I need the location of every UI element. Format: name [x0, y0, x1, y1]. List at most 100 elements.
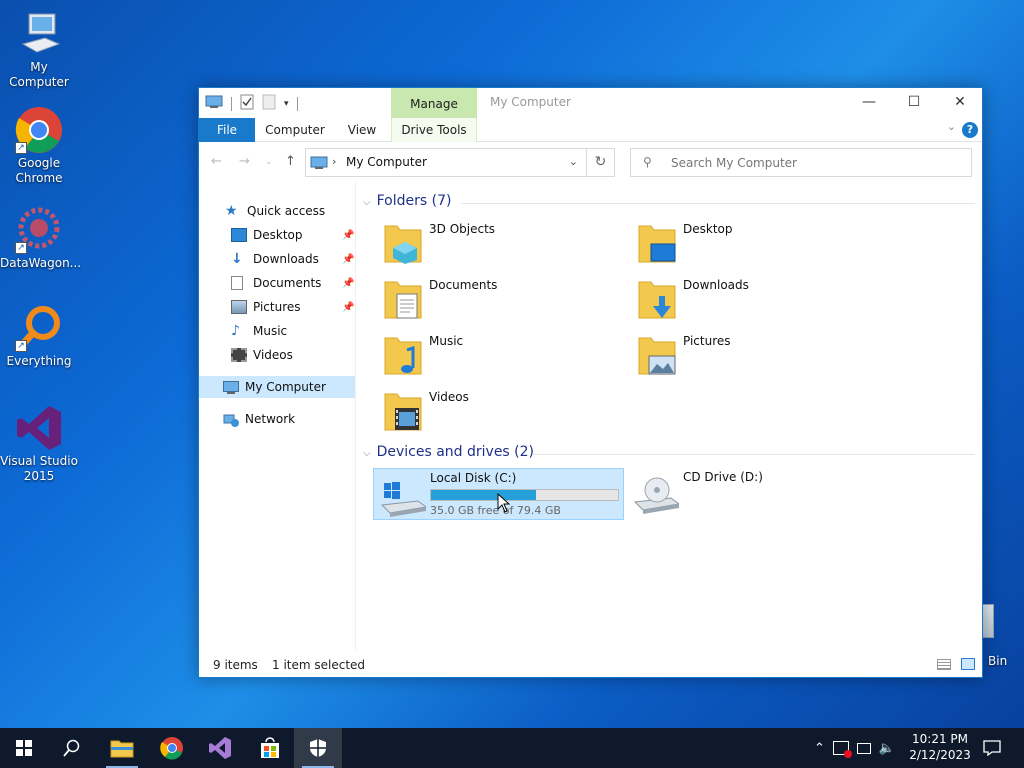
expand-ribbon-icon[interactable]: ⌄: [947, 120, 956, 133]
pin-icon[interactable]: 📌: [342, 278, 354, 289]
nav-item-videos[interactable]: Videos: [231, 344, 293, 366]
drive-item-cd-drive-d[interactable]: CD Drive (D:): [629, 468, 829, 520]
desktop-icon-label: Everything: [6, 354, 72, 368]
refresh-button[interactable]: ↻: [587, 148, 615, 177]
toolbar-divider: [296, 96, 298, 111]
star-icon: ★: [225, 202, 238, 219]
recycle-bin-label: Bin: [988, 654, 1008, 668]
desktop-icon-everything[interactable]: ↗ Everything: [0, 304, 78, 369]
desktop-icon-chrome[interactable]: ↗ Google Chrome: [0, 106, 78, 186]
folder-item-pictures[interactable]: Pictures: [637, 330, 877, 382]
network-icon: [223, 412, 239, 427]
desktop-icon-label: Google Chrome: [15, 156, 63, 185]
maximize-button[interactable]: ☐: [891, 88, 937, 118]
devices-group-header[interactable]: ⌵ Devices and drives (2): [363, 444, 534, 460]
search-box[interactable]: ⚲ Search My Computer: [630, 148, 972, 177]
nav-item-downloads[interactable]: ↓ Downloads: [231, 248, 319, 270]
pin-icon[interactable]: 📌: [342, 302, 354, 313]
taskbar-store[interactable]: [246, 728, 294, 768]
start-button[interactable]: [0, 728, 48, 768]
folders-group-header[interactable]: ⌵ Folders (7): [363, 193, 451, 209]
folder-item-documents[interactable]: Documents: [383, 274, 623, 326]
tab-manage[interactable]: Manage: [391, 88, 477, 118]
recent-locations-icon[interactable]: ⌄: [265, 157, 273, 167]
taskbar: ⌃ 🔈 10:21 PM 2/12/2023: [0, 728, 1024, 768]
tab-computer[interactable]: Computer: [259, 118, 331, 142]
show-hidden-icons-icon[interactable]: ⌃: [814, 741, 825, 756]
customize-toolbar-icon[interactable]: ▾: [284, 99, 289, 109]
search-button[interactable]: [48, 728, 96, 768]
volume-icon[interactable]: 🔈: [879, 741, 895, 756]
title-bar[interactable]: ▾ Manage My Computer — ☐ ✕: [199, 88, 982, 118]
visual-studio-icon: [15, 404, 63, 452]
nav-item-quick-access[interactable]: ★ Quick access: [225, 200, 325, 222]
taskbar-file-explorer[interactable]: [98, 728, 146, 768]
clock[interactable]: 10:21 PM 2/12/2023: [908, 731, 972, 763]
group-title: Folders (7): [376, 193, 452, 209]
pin-icon[interactable]: 📌: [342, 254, 354, 265]
folder-label: Documents: [429, 278, 498, 292]
nav-item-my-computer[interactable]: My Computer: [199, 376, 355, 398]
picture-icon: [231, 299, 247, 314]
tab-view[interactable]: View: [339, 118, 385, 142]
forward-arrow-icon[interactable]: →: [239, 154, 250, 169]
security-alert-icon[interactable]: [832, 741, 852, 758]
group-divider: [461, 203, 975, 204]
folder-item-videos[interactable]: Videos: [383, 386, 623, 438]
ribbon-tabs: File Computer View Drive Tools ⌄ ?: [199, 118, 982, 142]
group-title: Devices and drives (2): [376, 444, 535, 460]
desktop-icon-datawagon[interactable]: ↗ DataWagon...: [0, 206, 81, 271]
properties-icon[interactable]: [240, 94, 254, 113]
nav-item-network[interactable]: Network: [223, 408, 295, 430]
nav-item-pictures[interactable]: Pictures: [231, 296, 301, 318]
mouse-cursor-icon: [497, 492, 511, 516]
breadcrumb-separator-icon[interactable]: ›: [332, 155, 336, 168]
tab-file[interactable]: File: [199, 118, 255, 142]
desktop-icon: [231, 227, 247, 242]
address-dropdown-icon[interactable]: ⌄: [569, 155, 578, 168]
folder-item-desktop[interactable]: Desktop: [637, 218, 877, 270]
up-arrow-icon[interactable]: ↑: [285, 154, 296, 169]
file-explorer-window[interactable]: ▾ Manage My Computer — ☐ ✕ File Computer…: [198, 87, 983, 678]
status-bar: 9 items 1 item selected: [199, 653, 982, 677]
windows-drive-icon: [378, 477, 428, 520]
item-count: 9 items: [213, 658, 258, 672]
drive-capacity-text: 35.0 GB free of 79.4 GB: [430, 504, 561, 517]
nav-item-music[interactable]: ♪ Music: [231, 320, 287, 342]
taskbar-security[interactable]: [294, 728, 342, 768]
clock-time: 10:21 PM: [912, 732, 968, 746]
network-icon[interactable]: [856, 742, 871, 754]
folder-label: Desktop: [683, 222, 733, 236]
chrome-icon: [160, 737, 183, 760]
cd-drive-icon: [631, 474, 681, 519]
nav-item-desktop[interactable]: Desktop: [231, 224, 303, 246]
search-input[interactable]: Search My Computer: [671, 156, 797, 170]
close-button[interactable]: ✕: [937, 88, 983, 118]
large-icons-view-icon[interactable]: [961, 658, 975, 670]
desktop-icon-my-computer[interactable]: My Computer: [0, 10, 78, 90]
documents-folder-icon: [383, 276, 423, 320]
taskbar-chrome[interactable]: [148, 728, 196, 768]
back-arrow-icon[interactable]: ←: [211, 154, 222, 169]
help-icon[interactable]: ?: [962, 122, 978, 138]
minimize-button[interactable]: —: [846, 88, 892, 118]
new-folder-icon[interactable]: [262, 94, 276, 113]
taskbar-visual-studio[interactable]: [196, 728, 244, 768]
details-view-icon[interactable]: [937, 659, 951, 670]
folder-item-downloads[interactable]: Downloads: [637, 274, 877, 326]
tab-drive-tools[interactable]: Drive Tools: [391, 118, 477, 142]
nav-item-documents[interactable]: Documents: [231, 272, 321, 294]
desktop-icon-visual-studio[interactable]: Visual Studio 2015: [0, 404, 78, 484]
computer-icon: [15, 10, 63, 58]
pin-icon[interactable]: 📌: [342, 230, 354, 241]
folder-item-3d-objects[interactable]: 3D Objects: [383, 218, 623, 270]
chrome-icon: ↗: [15, 106, 63, 154]
notification-center-button[interactable]: [972, 728, 1012, 768]
navigation-bar: ← → ⌄ ↑ › My Computer ⌄ ↻ ⚲ Search My Co…: [199, 142, 982, 182]
address-bar[interactable]: › My Computer ⌄: [305, 148, 587, 177]
breadcrumb-my-computer[interactable]: My Computer: [346, 155, 427, 169]
folder-label: Music: [429, 334, 464, 348]
folder-item-music[interactable]: Music: [383, 330, 623, 382]
datawagon-icon: ↗: [15, 206, 63, 254]
drive-usage-fill: [431, 490, 536, 500]
